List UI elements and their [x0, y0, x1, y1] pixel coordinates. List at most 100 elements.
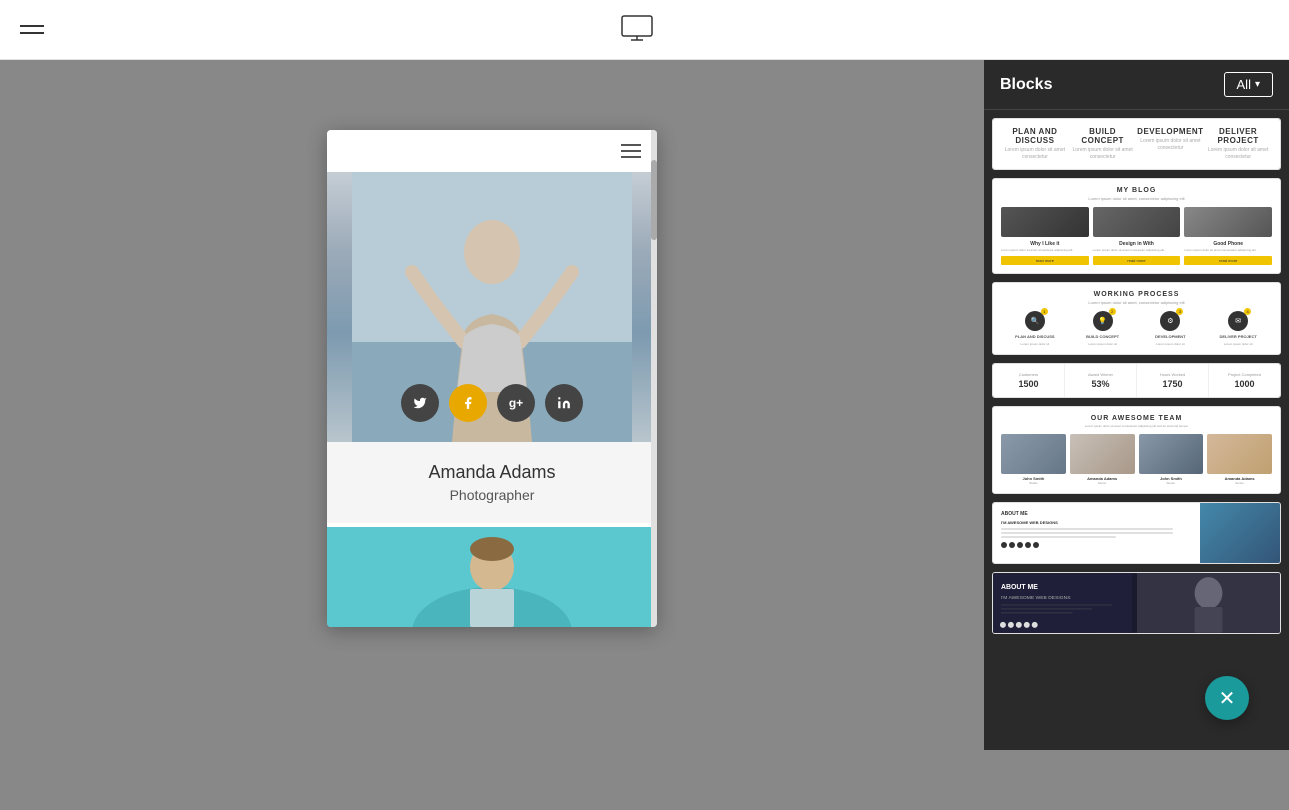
blog-item-2-text: Lorem ipsum dolor sit amet consectetur a…	[1093, 249, 1181, 253]
team-avatar-3	[1139, 434, 1204, 474]
working-step-3: ⚙ 3 DEVELOPMENT Lorem ipsum dolor sit	[1148, 311, 1192, 346]
social-icons-row: g+	[327, 384, 657, 422]
blog-item-3-btn[interactable]: read more	[1184, 256, 1272, 265]
about-dark-block[interactable]: ABOUT ME I'M AWESOME WEB DESIGNS	[992, 572, 1281, 634]
about-line-3	[1001, 536, 1116, 538]
step3-icon: ⚙ 3	[1160, 311, 1180, 331]
blog-images	[1001, 207, 1272, 237]
monitor-icon	[619, 12, 655, 48]
step2-text: Lorem ipsum dolor sit	[1081, 342, 1125, 346]
about-dark-inner: ABOUT ME I'M AWESOME WEB DESIGNS	[993, 573, 1280, 633]
stat-hours-value: 1750	[1141, 379, 1204, 389]
step4-label: DELIVER PROJECT	[1219, 334, 1256, 339]
team-avatar-1	[1001, 434, 1066, 474]
blog-item-2-btn[interactable]: read more	[1093, 256, 1181, 265]
stat-projects-label: Project Completed	[1213, 372, 1276, 377]
team-role-4: Senior	[1207, 481, 1272, 485]
blog-subtitle: Lorem ipsum dolor sit amet, consectetur …	[1001, 196, 1272, 201]
facebook-icon[interactable]	[449, 384, 487, 422]
sidebar-content: PLAN AND DISCUSS Lorem ipsum dolor sit a…	[984, 110, 1289, 750]
team-role-3: Senior	[1139, 481, 1204, 485]
blog-block[interactable]: MY BLOG Lorem ipsum dolor sit amet, cons…	[992, 178, 1281, 274]
team-member-4: Amanda Adams Senior	[1207, 434, 1272, 485]
step1-label: PLAN AND DISCUSS	[1015, 334, 1054, 339]
blog-item-2: Design in With Lorem ipsum dolor sit ame…	[1093, 241, 1181, 265]
about-label: ABOUT ME	[1001, 511, 1192, 517]
star-4	[1025, 542, 1031, 548]
chevron-down-icon: ▾	[1255, 79, 1260, 90]
step3-text: Lorem ipsum dolor sit	[1148, 342, 1192, 346]
team-member-2: Amanda Adams Senior	[1070, 434, 1135, 485]
about-block[interactable]: ABOUT ME I'M AWESOME WEB DESIGNS	[992, 502, 1281, 564]
star-5	[1033, 542, 1039, 548]
blog-items: Why I Like it Lorem ipsum dolor sit amet…	[1001, 241, 1272, 265]
close-icon: ✕	[1219, 686, 1236, 711]
linkedin-icon[interactable]	[545, 384, 583, 422]
working-step-4: ✉ 4 DELIVER PROJECT Lorem ipsum dolor si…	[1216, 311, 1260, 346]
main-area: g+ Amanda Adams Photographer	[0, 60, 1289, 750]
sidebar-title: Blocks	[1000, 76, 1052, 94]
step3-label: DEVELOPMENT	[1155, 334, 1185, 339]
about-line-2	[1001, 532, 1173, 534]
second-card-preview	[327, 527, 657, 627]
step4-icon: ✉ 4	[1228, 311, 1248, 331]
blog-item-3: Good Phone Lorem ipsum dolor sit amet co…	[1184, 241, 1272, 265]
team-subtitle: Lorem ipsum dolor sit amet consectetur a…	[1001, 424, 1272, 428]
profile-image: g+	[327, 172, 657, 442]
canvas-area: g+ Amanda Adams Photographer	[0, 60, 984, 750]
blog-image-3	[1184, 207, 1272, 237]
stat-projects: Project Completed 1000	[1209, 364, 1280, 397]
stat-customers-label: Customers	[997, 372, 1060, 377]
stat-customers-value: 1500	[997, 379, 1060, 389]
blog-image-2	[1093, 207, 1181, 237]
about-dark-image: ABOUT ME I'M AWESOME WEB DESIGNS	[993, 573, 1280, 633]
step1-badge: 1	[1041, 308, 1048, 315]
svg-text:I'M AWESOME WEB DESIGNS: I'M AWESOME WEB DESIGNS	[1001, 595, 1071, 601]
stats-block[interactable]: Customers 1500 Award Winner 53% Hours Wo…	[992, 363, 1281, 398]
step4-text: Lorem ipsum dolor sit	[1216, 342, 1260, 346]
hamburger-menu[interactable]	[20, 25, 44, 34]
team-role-1: Studio	[1001, 481, 1066, 485]
star-2	[1009, 542, 1015, 548]
sidebar-header: Blocks All ▾	[984, 60, 1289, 110]
stat-award-value: 53%	[1069, 379, 1132, 389]
process-top-block[interactable]: PLAN AND DISCUSS Lorem ipsum dolor sit a…	[992, 118, 1281, 170]
header	[0, 0, 1289, 60]
fab-close-button[interactable]: ✕	[1205, 676, 1249, 720]
mobile-hamburger[interactable]	[621, 144, 641, 158]
team-avatar-2	[1070, 434, 1135, 474]
blog-item-1-btn[interactable]: read more	[1001, 256, 1089, 265]
twitter-icon[interactable]	[401, 384, 439, 422]
about-left: ABOUT ME I'M AWESOME WEB DESIGNS	[993, 503, 1200, 563]
working-subtitle: Lorem ipsum dolor sit amet, consectetur …	[1001, 300, 1272, 305]
stat-customers: Customers 1500	[993, 364, 1065, 397]
team-avatar-4	[1207, 434, 1272, 474]
blog-item-3-title: Good Phone	[1184, 241, 1272, 247]
profile-info: Amanda Adams Photographer	[327, 442, 657, 523]
google-plus-icon[interactable]: g+	[497, 384, 535, 422]
team-block[interactable]: OUR AWESOME TEAM Lorem ipsum dolor sit a…	[992, 406, 1281, 494]
stat-projects-value: 1000	[1213, 379, 1276, 389]
all-button-label: All	[1237, 77, 1251, 92]
scrollbar-thumb	[651, 160, 657, 240]
step1-icon: 🔍 1	[1025, 311, 1045, 331]
working-process-block[interactable]: WORKING PROCESS Lorem ipsum dolor sit am…	[992, 282, 1281, 355]
team-members: John Smith Studio Amanda Adams Senior Jo…	[1001, 434, 1272, 485]
mobile-preview: g+ Amanda Adams Photographer	[327, 130, 657, 627]
stat-award-label: Award Winner	[1069, 372, 1132, 377]
about-image	[1200, 503, 1280, 563]
about-line-1	[1001, 528, 1173, 530]
stat-hours-label: Hours Worked	[1141, 372, 1204, 377]
all-filter-button[interactable]: All ▾	[1224, 72, 1273, 97]
step1-text: Lorem ipsum dolor sit	[1013, 342, 1057, 346]
step2-badge: 2	[1109, 308, 1116, 315]
preview-scrollbar[interactable]	[651, 130, 657, 627]
about-subtitle: I'M AWESOME WEB DESIGNS	[1001, 520, 1192, 525]
blog-image-1	[1001, 207, 1089, 237]
stats-row: Customers 1500 Award Winner 53% Hours Wo…	[993, 364, 1280, 397]
team-member-3: John Smith Senior	[1139, 434, 1204, 485]
profile-title: Photographer	[343, 487, 641, 503]
blog-title: MY BLOG	[1001, 187, 1272, 194]
right-sidebar: Blocks All ▾ PLAN AND DISCUSS Lorem ipsu…	[984, 60, 1289, 750]
blog-item-1: Why I Like it Lorem ipsum dolor sit amet…	[1001, 241, 1089, 265]
